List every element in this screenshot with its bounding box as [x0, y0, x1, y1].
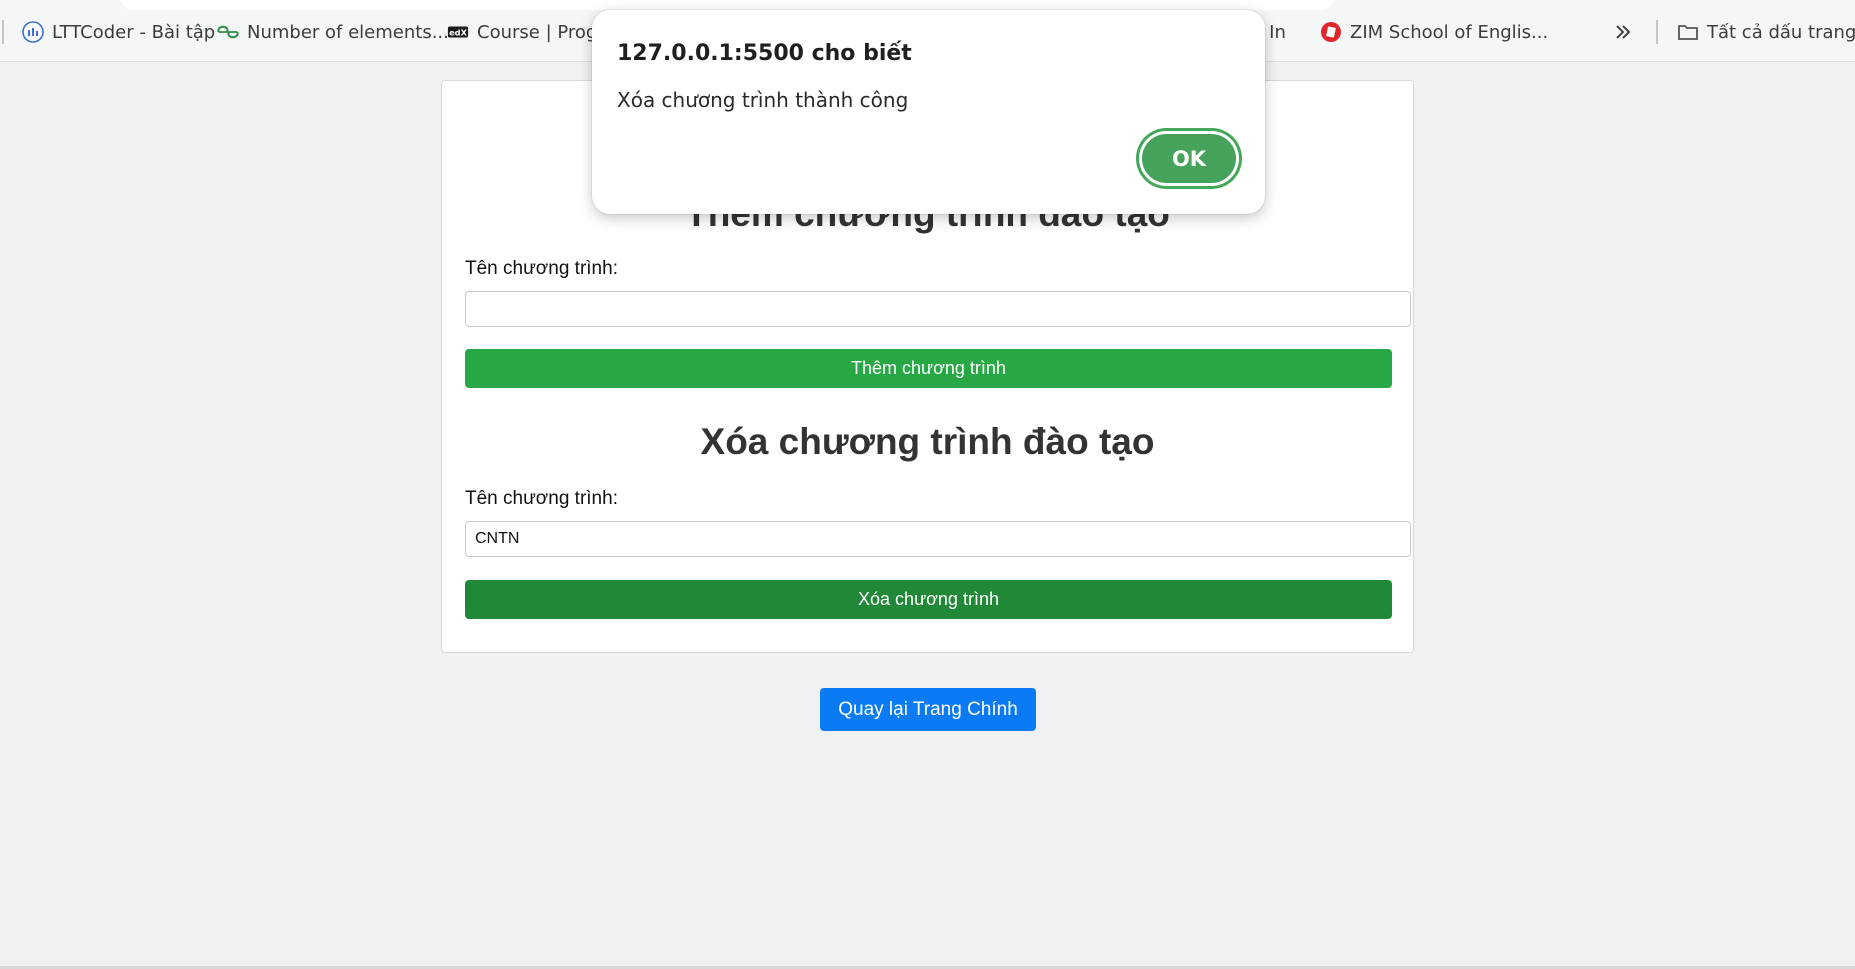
bookmark-label: LTTCoder - Bài tập	[52, 21, 216, 43]
bookmarks-overflow-button[interactable]	[1612, 18, 1634, 46]
bookmarks-divider	[1656, 20, 1658, 44]
lttcoder-icon	[22, 21, 44, 43]
bookmark-edx[interactable]: edX Course | Progra	[447, 18, 616, 46]
alert-dialog: 127.0.0.1:5500 cho biết Xóa chương trình…	[592, 10, 1265, 214]
alert-message: Xóa chương trình thành công	[617, 88, 909, 112]
delete-program-button[interactable]: Xóa chương trình	[465, 580, 1392, 619]
bookmark-lttcoder[interactable]: LTTCoder - Bài tập	[22, 18, 215, 46]
all-bookmarks-button[interactable]: Tất cả dấu trang	[1677, 18, 1855, 46]
svg-text:edX: edX	[449, 28, 468, 38]
bookmarks-divider	[2, 20, 4, 44]
all-bookmarks-label: Tất cả dấu trang	[1707, 21, 1855, 43]
add-program-name-label: Tên chương trình:	[465, 258, 618, 279]
delete-program-name-input[interactable]	[465, 521, 1411, 557]
delete-program-name-label: Tên chương trình:	[465, 488, 618, 509]
folder-icon	[1677, 21, 1699, 43]
geeksforgeeks-icon	[217, 21, 239, 43]
zim-icon	[1320, 21, 1342, 43]
add-program-name-input[interactable]	[465, 291, 1411, 327]
edx-icon: edX	[447, 21, 469, 43]
alert-title: 127.0.0.1:5500 cho biết	[617, 41, 912, 66]
delete-section-title: Xóa chương trình đào tạo	[700, 421, 1155, 462]
bookmark-zim[interactable]: ZIM School of Englis...	[1320, 18, 1548, 46]
alert-ok-button[interactable]: OK	[1142, 134, 1236, 183]
chevron-double-right-icon	[1612, 21, 1634, 43]
back-to-home-button[interactable]: Quay lại Trang Chính	[820, 688, 1036, 731]
bookmark-label: ZIM School of Englis...	[1350, 21, 1549, 43]
bookmark-label: Number of elements...	[247, 21, 449, 43]
add-program-button[interactable]: Thêm chương trình	[465, 349, 1392, 388]
bookmark-geeksforgeeks[interactable]: Number of elements...	[217, 18, 449, 46]
address-bar-edge	[120, 0, 1335, 10]
